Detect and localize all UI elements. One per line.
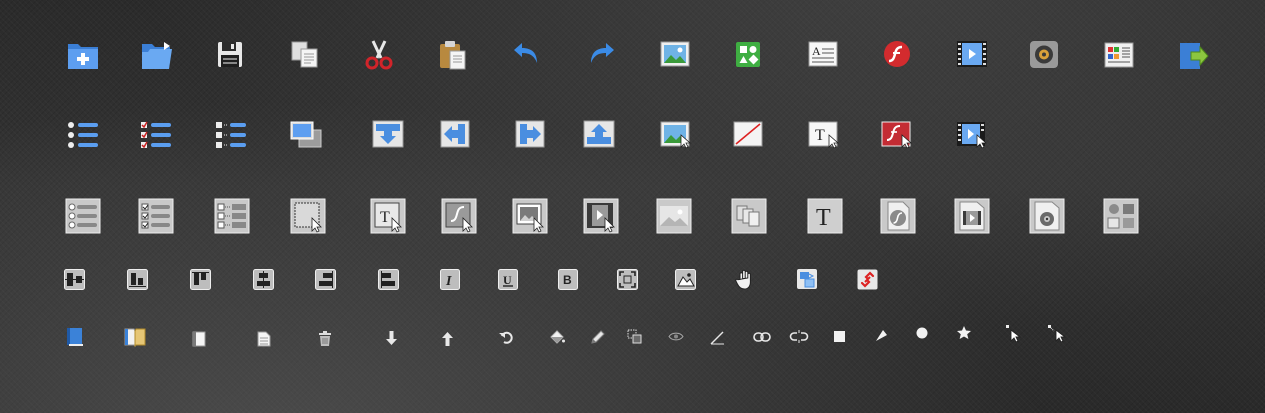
video-file-icon[interactable] bbox=[954, 198, 990, 234]
checklist-icon[interactable] bbox=[140, 121, 172, 149]
insert-text-icon[interactable]: T bbox=[808, 121, 840, 149]
svg-text:U: U bbox=[503, 273, 512, 287]
insert-image-icon[interactable] bbox=[660, 121, 692, 149]
export-icon[interactable] bbox=[1179, 42, 1209, 70]
rotate-icon[interactable] bbox=[499, 330, 513, 344]
undo-icon[interactable] bbox=[513, 41, 541, 67]
image-area-icon[interactable] bbox=[512, 198, 548, 234]
document-icon[interactable] bbox=[257, 331, 271, 347]
slideshow-icon[interactable] bbox=[290, 121, 322, 149]
flash-file-icon[interactable] bbox=[880, 198, 916, 234]
line-tool-icon[interactable] bbox=[710, 331, 725, 345]
svg-text:A: A bbox=[812, 44, 821, 58]
video-area-icon[interactable] bbox=[583, 198, 619, 234]
redo-icon[interactable] bbox=[587, 41, 615, 67]
move-left-icon[interactable] bbox=[440, 120, 470, 148]
paste-icon[interactable] bbox=[439, 40, 467, 70]
link-tool-icon[interactable] bbox=[857, 269, 878, 290]
underline-icon[interactable]: U bbox=[498, 269, 518, 290]
circle-tool-icon[interactable] bbox=[916, 327, 928, 339]
align-left-icon[interactable] bbox=[378, 269, 399, 290]
italic-icon[interactable]: I bbox=[440, 269, 460, 290]
move-right-icon[interactable] bbox=[515, 120, 545, 148]
pointer-icon[interactable] bbox=[1006, 325, 1022, 343]
select-pointer-icon[interactable] bbox=[1048, 325, 1067, 343]
trash-icon[interactable] bbox=[318, 331, 332, 347]
video-icon[interactable] bbox=[956, 40, 988, 68]
unlink-icon[interactable] bbox=[789, 330, 809, 343]
list-panel-icon[interactable] bbox=[65, 198, 101, 234]
gallery-panel-icon[interactable] bbox=[731, 198, 767, 234]
transform-icon[interactable] bbox=[796, 268, 818, 290]
align-center-icon[interactable] bbox=[253, 269, 274, 290]
text-panel-icon[interactable]: T bbox=[807, 198, 843, 234]
svg-text:T: T bbox=[380, 209, 390, 226]
save-icon[interactable] bbox=[217, 41, 243, 68]
no-fill-icon[interactable] bbox=[733, 121, 763, 147]
flash-area-icon[interactable] bbox=[441, 198, 477, 234]
audio-file-icon[interactable] bbox=[1029, 198, 1065, 234]
resize-icon[interactable] bbox=[627, 329, 642, 344]
hand-tool-icon[interactable] bbox=[734, 268, 756, 290]
image-frame-icon[interactable] bbox=[675, 269, 696, 290]
image-icon[interactable] bbox=[660, 41, 690, 67]
selection-area-icon[interactable] bbox=[290, 198, 326, 234]
move-down-icon[interactable] bbox=[372, 120, 404, 148]
eye-icon[interactable] bbox=[668, 331, 684, 342]
open-book-icon[interactable] bbox=[124, 327, 146, 348]
svg-text:T: T bbox=[816, 205, 831, 231]
media-grid-icon[interactable] bbox=[1103, 198, 1139, 234]
move-up-icon[interactable] bbox=[583, 120, 615, 148]
star-tool-icon[interactable] bbox=[957, 326, 971, 339]
flash-icon[interactable] bbox=[883, 40, 911, 68]
text-area-icon[interactable]: T bbox=[370, 198, 406, 234]
cut-icon[interactable] bbox=[364, 40, 394, 70]
widget-icon[interactable] bbox=[1104, 42, 1134, 68]
check-panel-icon[interactable] bbox=[138, 198, 174, 234]
align-top-icon[interactable] bbox=[190, 269, 211, 290]
insert-video-icon[interactable] bbox=[956, 121, 988, 149]
symbol-icon[interactable] bbox=[735, 41, 761, 68]
unordered-list-icon[interactable] bbox=[67, 121, 99, 149]
text-block-icon[interactable]: A bbox=[808, 41, 838, 67]
new-folder-icon[interactable] bbox=[67, 40, 99, 70]
arrow-down-icon[interactable] bbox=[386, 331, 397, 345]
icon-sheet: A T T T I U B bbox=[0, 0, 1265, 413]
tree-panel-icon[interactable] bbox=[214, 198, 250, 234]
bold-icon[interactable]: B bbox=[558, 269, 578, 290]
audio-icon[interactable] bbox=[1029, 40, 1059, 69]
tree-list-icon[interactable] bbox=[215, 121, 247, 149]
pencil-icon[interactable] bbox=[590, 329, 606, 345]
align-middle-icon[interactable] bbox=[64, 269, 85, 290]
square-tool-icon[interactable] bbox=[834, 331, 845, 342]
svg-text:I: I bbox=[445, 274, 452, 289]
book-icon[interactable] bbox=[65, 327, 85, 347]
svg-text:B: B bbox=[563, 273, 572, 287]
fill-bucket-icon[interactable] bbox=[549, 329, 565, 345]
svg-text:T: T bbox=[815, 127, 825, 144]
copy-icon[interactable] bbox=[291, 41, 319, 68]
align-right-icon[interactable] bbox=[315, 269, 336, 290]
link-icon[interactable] bbox=[753, 332, 771, 342]
align-bottom-icon[interactable] bbox=[127, 269, 148, 290]
picture-panel-icon[interactable] bbox=[656, 198, 692, 234]
insert-flash-icon[interactable] bbox=[881, 121, 913, 149]
arrow-point-icon[interactable] bbox=[875, 329, 888, 342]
fit-screen-icon[interactable] bbox=[617, 269, 638, 290]
page-icon[interactable] bbox=[192, 331, 206, 347]
arrow-up-icon[interactable] bbox=[442, 332, 453, 346]
open-folder-icon[interactable] bbox=[141, 40, 173, 70]
